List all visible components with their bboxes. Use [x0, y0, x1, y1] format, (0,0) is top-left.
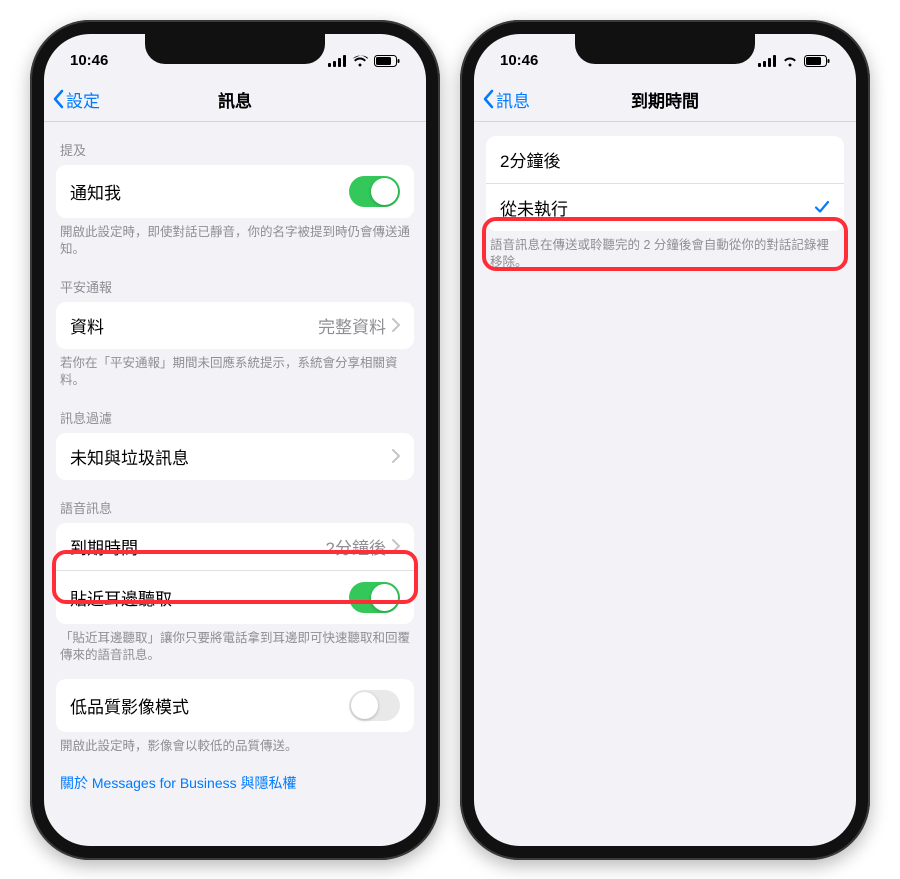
notify-me-row[interactable]: 通知我 [56, 165, 414, 218]
chevron-right-icon [392, 449, 400, 463]
option-never-label: 從未執行 [500, 195, 814, 220]
expire-label: 到期時間 [70, 534, 326, 559]
section-header-mention: 提及 [44, 122, 426, 165]
back-button[interactable]: 訊息 [482, 87, 530, 112]
notch [575, 34, 755, 64]
expire-row[interactable]: 到期時間 2分鐘後 [56, 523, 414, 570]
back-label: 訊息 [496, 87, 530, 112]
safety-data-value: 完整資料 [318, 313, 386, 338]
signal-icon [328, 55, 346, 67]
screen-right: 10:46 訊息 到期時間 2分鐘後 從未執行 [474, 34, 856, 846]
phone-right: 10:46 訊息 到期時間 2分鐘後 從未執行 [460, 20, 870, 860]
back-label: 設定 [66, 87, 100, 112]
low-quality-toggle[interactable] [349, 690, 400, 721]
status-indicators [758, 55, 830, 67]
chevron-right-icon [392, 539, 400, 553]
option-2min-label: 2分鐘後 [500, 147, 830, 172]
low-quality-row[interactable]: 低品質影像模式 [56, 679, 414, 732]
safety-footer: 若你在「平安通報」期間未回應系統提示，系統會分享相關資料。 [44, 349, 426, 390]
safety-data-row[interactable]: 資料 完整資料 [56, 302, 414, 349]
notify-me-label: 通知我 [70, 179, 349, 204]
notify-me-toggle[interactable] [349, 176, 400, 207]
section-header-safety: 平安通報 [44, 259, 426, 302]
cell-group-expire-options: 2分鐘後 從未執行 [486, 136, 844, 231]
section-header-voice: 語音訊息 [44, 480, 426, 523]
screen-left: 10:46 設定 訊息 提及 通知我 開啟此設定時，即使對話已靜音， [44, 34, 426, 846]
settings-content[interactable]: 2分鐘後 從未執行 語音訊息在傳送或聆聽完的 2 分鐘後會自動從你的對話記錄裡移… [474, 122, 856, 846]
option-2min-row[interactable]: 2分鐘後 [486, 136, 844, 183]
battery-icon [374, 55, 400, 67]
nav-bar: 設定 訊息 [44, 78, 426, 122]
section-header-filter: 訊息過濾 [44, 390, 426, 433]
nav-bar: 訊息 到期時間 [474, 78, 856, 122]
raise-listen-row[interactable]: 貼近耳邊聽取 [56, 570, 414, 624]
unknown-spam-row[interactable]: 未知與垃圾訊息 [56, 433, 414, 480]
status-time: 10:46 [70, 52, 108, 69]
page-title: 訊息 [218, 87, 252, 112]
cell-group-quality: 低品質影像模式 [56, 679, 414, 732]
chevron-left-icon [482, 89, 494, 109]
voice-footer: 「貼近耳邊聽取」讓你只要將電話拿到耳邊即可快速聽取和回覆傳來的語音訊息。 [44, 624, 426, 665]
safety-data-label: 資料 [70, 313, 318, 338]
option-never-row[interactable]: 從未執行 [486, 183, 844, 231]
status-time: 10:46 [500, 52, 538, 69]
chevron-left-icon [52, 89, 64, 109]
cell-group-voice: 到期時間 2分鐘後 貼近耳邊聽取 [56, 523, 414, 624]
wifi-icon [782, 55, 798, 67]
cell-group-mention: 通知我 [56, 165, 414, 218]
chevron-right-icon [392, 318, 400, 332]
raise-listen-toggle[interactable] [349, 582, 400, 613]
mention-footer: 開啟此設定時，即使對話已靜音，你的名字被提到時仍會傳送通知。 [44, 218, 426, 259]
expire-value: 2分鐘後 [326, 534, 386, 559]
battery-icon [804, 55, 830, 67]
unknown-spam-label: 未知與垃圾訊息 [70, 444, 392, 469]
phone-left: 10:46 設定 訊息 提及 通知我 開啟此設定時，即使對話已靜音， [30, 20, 440, 860]
signal-icon [758, 55, 776, 67]
checkmark-icon [814, 199, 830, 215]
page-title: 到期時間 [631, 87, 699, 112]
cell-group-filter: 未知與垃圾訊息 [56, 433, 414, 480]
low-quality-label: 低品質影像模式 [70, 693, 349, 718]
back-button[interactable]: 設定 [52, 87, 100, 112]
about-link[interactable]: 關於 Messages for Business 與隱私權 [44, 755, 426, 811]
expire-footer: 語音訊息在傳送或聆聽完的 2 分鐘後會自動從你的對話記錄裡移除。 [474, 231, 856, 272]
wifi-icon [352, 55, 368, 67]
cell-group-safety: 資料 完整資料 [56, 302, 414, 349]
raise-listen-label: 貼近耳邊聽取 [70, 585, 349, 610]
notch [145, 34, 325, 64]
settings-content[interactable]: 提及 通知我 開啟此設定時，即使對話已靜音，你的名字被提到時仍會傳送通知。 平安… [44, 122, 426, 846]
quality-footer: 開啟此設定時，影像會以較低的品質傳送。 [44, 732, 426, 756]
status-indicators [328, 55, 400, 67]
